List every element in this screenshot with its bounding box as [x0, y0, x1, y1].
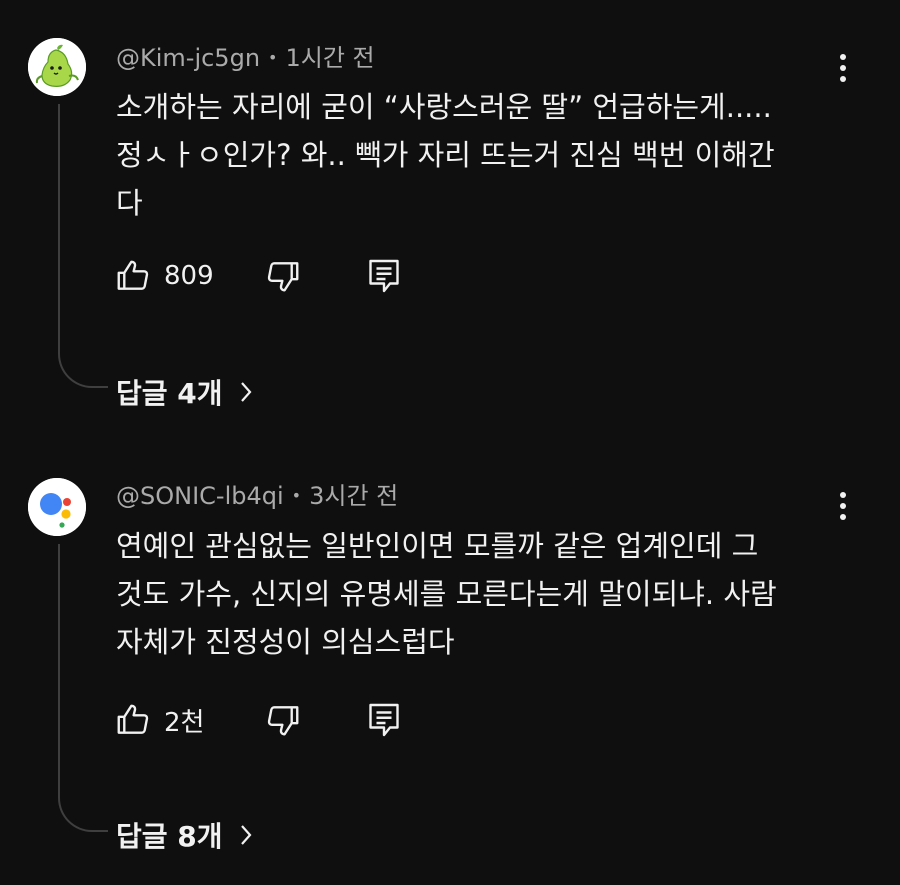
dislike-button[interactable]: [264, 701, 302, 739]
like-button[interactable]: 809: [114, 257, 244, 295]
more-vert-icon[interactable]: [826, 486, 860, 526]
comment-icon: [369, 259, 399, 293]
comment-time: 3시간 전: [309, 482, 399, 510]
thumbs-down-icon: [267, 262, 299, 292]
thumbs-down-icon: [267, 706, 299, 736]
like-count: 2천: [164, 707, 205, 738]
comment-meta: @Kim-jc5gn • 1시간 전: [116, 43, 375, 73]
comment-actions: 809: [114, 256, 402, 296]
author-handle[interactable]: @SONIC-lb4qi: [116, 482, 284, 510]
reply-button[interactable]: [366, 256, 402, 296]
thread-line: [58, 104, 108, 388]
comment-text-line: 자체가 진정성이 의심스럽다: [116, 625, 455, 659]
reply-button[interactable]: [366, 700, 402, 740]
dislike-button[interactable]: [264, 257, 302, 295]
thumbs-up-icon: [117, 704, 149, 734]
view-replies-button[interactable]: 답글 4개: [116, 372, 253, 412]
like-count: 809: [164, 261, 214, 291]
comment-text-line: 정ㅅㅏㅇ인가? 와.. 빽가 자리 뜨는거 진심 백번 이해간: [116, 138, 775, 172]
comment-text-line: 것도 가수, 신지의 유명세를 모른다는게 말이되냐. 사람: [116, 577, 777, 611]
thread-line: [58, 544, 108, 832]
comment-time: 1시간 전: [285, 44, 375, 72]
comment-text-line: 소개하는 자리에 굳이 “사랑스러운 딸” 언급하는게.....: [116, 90, 772, 124]
replies-label: 답글 4개: [116, 377, 223, 410]
meta-separator: •: [291, 486, 302, 505]
commenter-avatar[interactable]: [28, 478, 86, 536]
chevron-right-icon: [240, 382, 251, 402]
comment-actions: 2천: [114, 700, 402, 740]
comment-text-line: 연예인 관심없는 일반인이면 모를까 같은 업계인데 그: [116, 529, 759, 563]
comment-text: 연예인 관심없는 일반인이면 모를까 같은 업계인데 그 것도 가수, 신지의 …: [116, 522, 846, 666]
comment-icon: [369, 703, 399, 737]
comment-1: @Kim-jc5gn • 1시간 전 소개하는 자리에 굳이 “사랑스러운 딸” 언…: [0, 0, 900, 420]
author-handle[interactable]: @Kim-jc5gn: [116, 44, 260, 72]
google-assistant-dots-avatar-icon: [28, 478, 86, 536]
comment-text-line: 다: [116, 186, 143, 220]
view-replies-button[interactable]: 답글 8개: [116, 815, 253, 855]
comment-text: 소개하는 자리에 굳이 “사랑스러운 딸” 언급하는게..... 정ㅅㅏㅇ인가?…: [116, 83, 846, 227]
more-vert-icon[interactable]: [826, 48, 860, 88]
meta-separator: •: [268, 48, 278, 67]
replies-label: 답글 8개: [116, 820, 223, 853]
like-button[interactable]: 2천: [114, 701, 244, 739]
chevron-right-icon: [240, 825, 251, 845]
thumbs-up-icon: [117, 260, 149, 290]
commenter-avatar[interactable]: [28, 38, 86, 96]
comment-meta: @SONIC-lb4qi • 3시간 전: [116, 481, 398, 511]
green-pear-character-avatar-icon: [28, 38, 86, 96]
